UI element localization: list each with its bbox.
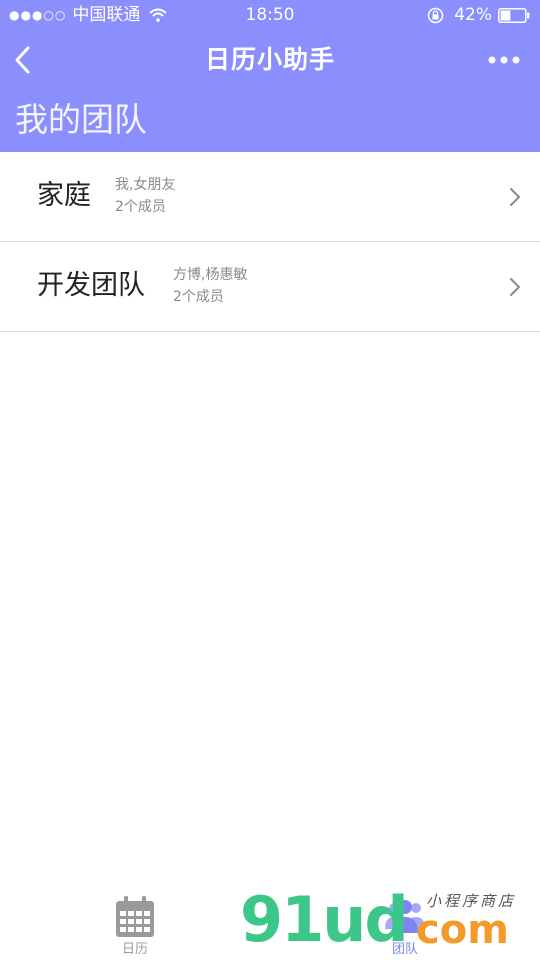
tab-team-label: 团队 — [391, 942, 418, 957]
chevron-right-icon — [510, 188, 520, 206]
team-members: 我,女朋友 — [115, 177, 176, 193]
page-title: 我的团队 — [15, 100, 147, 139]
battery-percent: 42% — [454, 5, 492, 25]
header: ●●●○○ 中国联通 18:50 42% 日历小助手 我的团队 — [0, 0, 540, 152]
team-members: 方博,杨惠敏 — [173, 267, 248, 283]
team-icon — [385, 900, 425, 933]
team-meta: 方博,杨惠敏 2个成员 — [173, 264, 247, 308]
team-member-count: 2个成员 — [115, 199, 166, 215]
team-row-family[interactable]: 家庭 我,女朋友 2个成员 — [0, 152, 540, 242]
nav-bar: 日历小助手 — [0, 30, 540, 90]
team-name: 开发团队 — [37, 270, 145, 301]
tab-calendar[interactable]: 日历 — [105, 895, 165, 959]
status-bar-right: 42% — [427, 0, 530, 30]
chevron-right-icon — [510, 278, 520, 296]
more-dots-icon[interactable] — [488, 52, 520, 68]
status-bar: ●●●○○ 中国联通 18:50 42% — [0, 0, 540, 30]
calendar-icon — [116, 896, 154, 937]
app-title: 日历小助手 — [204, 45, 335, 74]
battery-icon — [498, 7, 530, 23]
team-name: 家庭 — [37, 180, 91, 211]
tab-bar: 日历 团队 — [0, 880, 540, 960]
team-member-count: 2个成员 — [173, 289, 224, 305]
tab-team[interactable]: 团队 — [375, 895, 435, 959]
tab-calendar-label: 日历 — [121, 942, 148, 957]
team-list: 家庭 我,女朋友 2个成员 开发团队 方博,杨惠敏 2个成员 — [0, 152, 540, 332]
team-meta: 我,女朋友 2个成员 — [115, 174, 175, 218]
orientation-lock-icon — [427, 7, 444, 23]
team-row-dev[interactable]: 开发团队 方博,杨惠敏 2个成员 — [0, 242, 540, 332]
